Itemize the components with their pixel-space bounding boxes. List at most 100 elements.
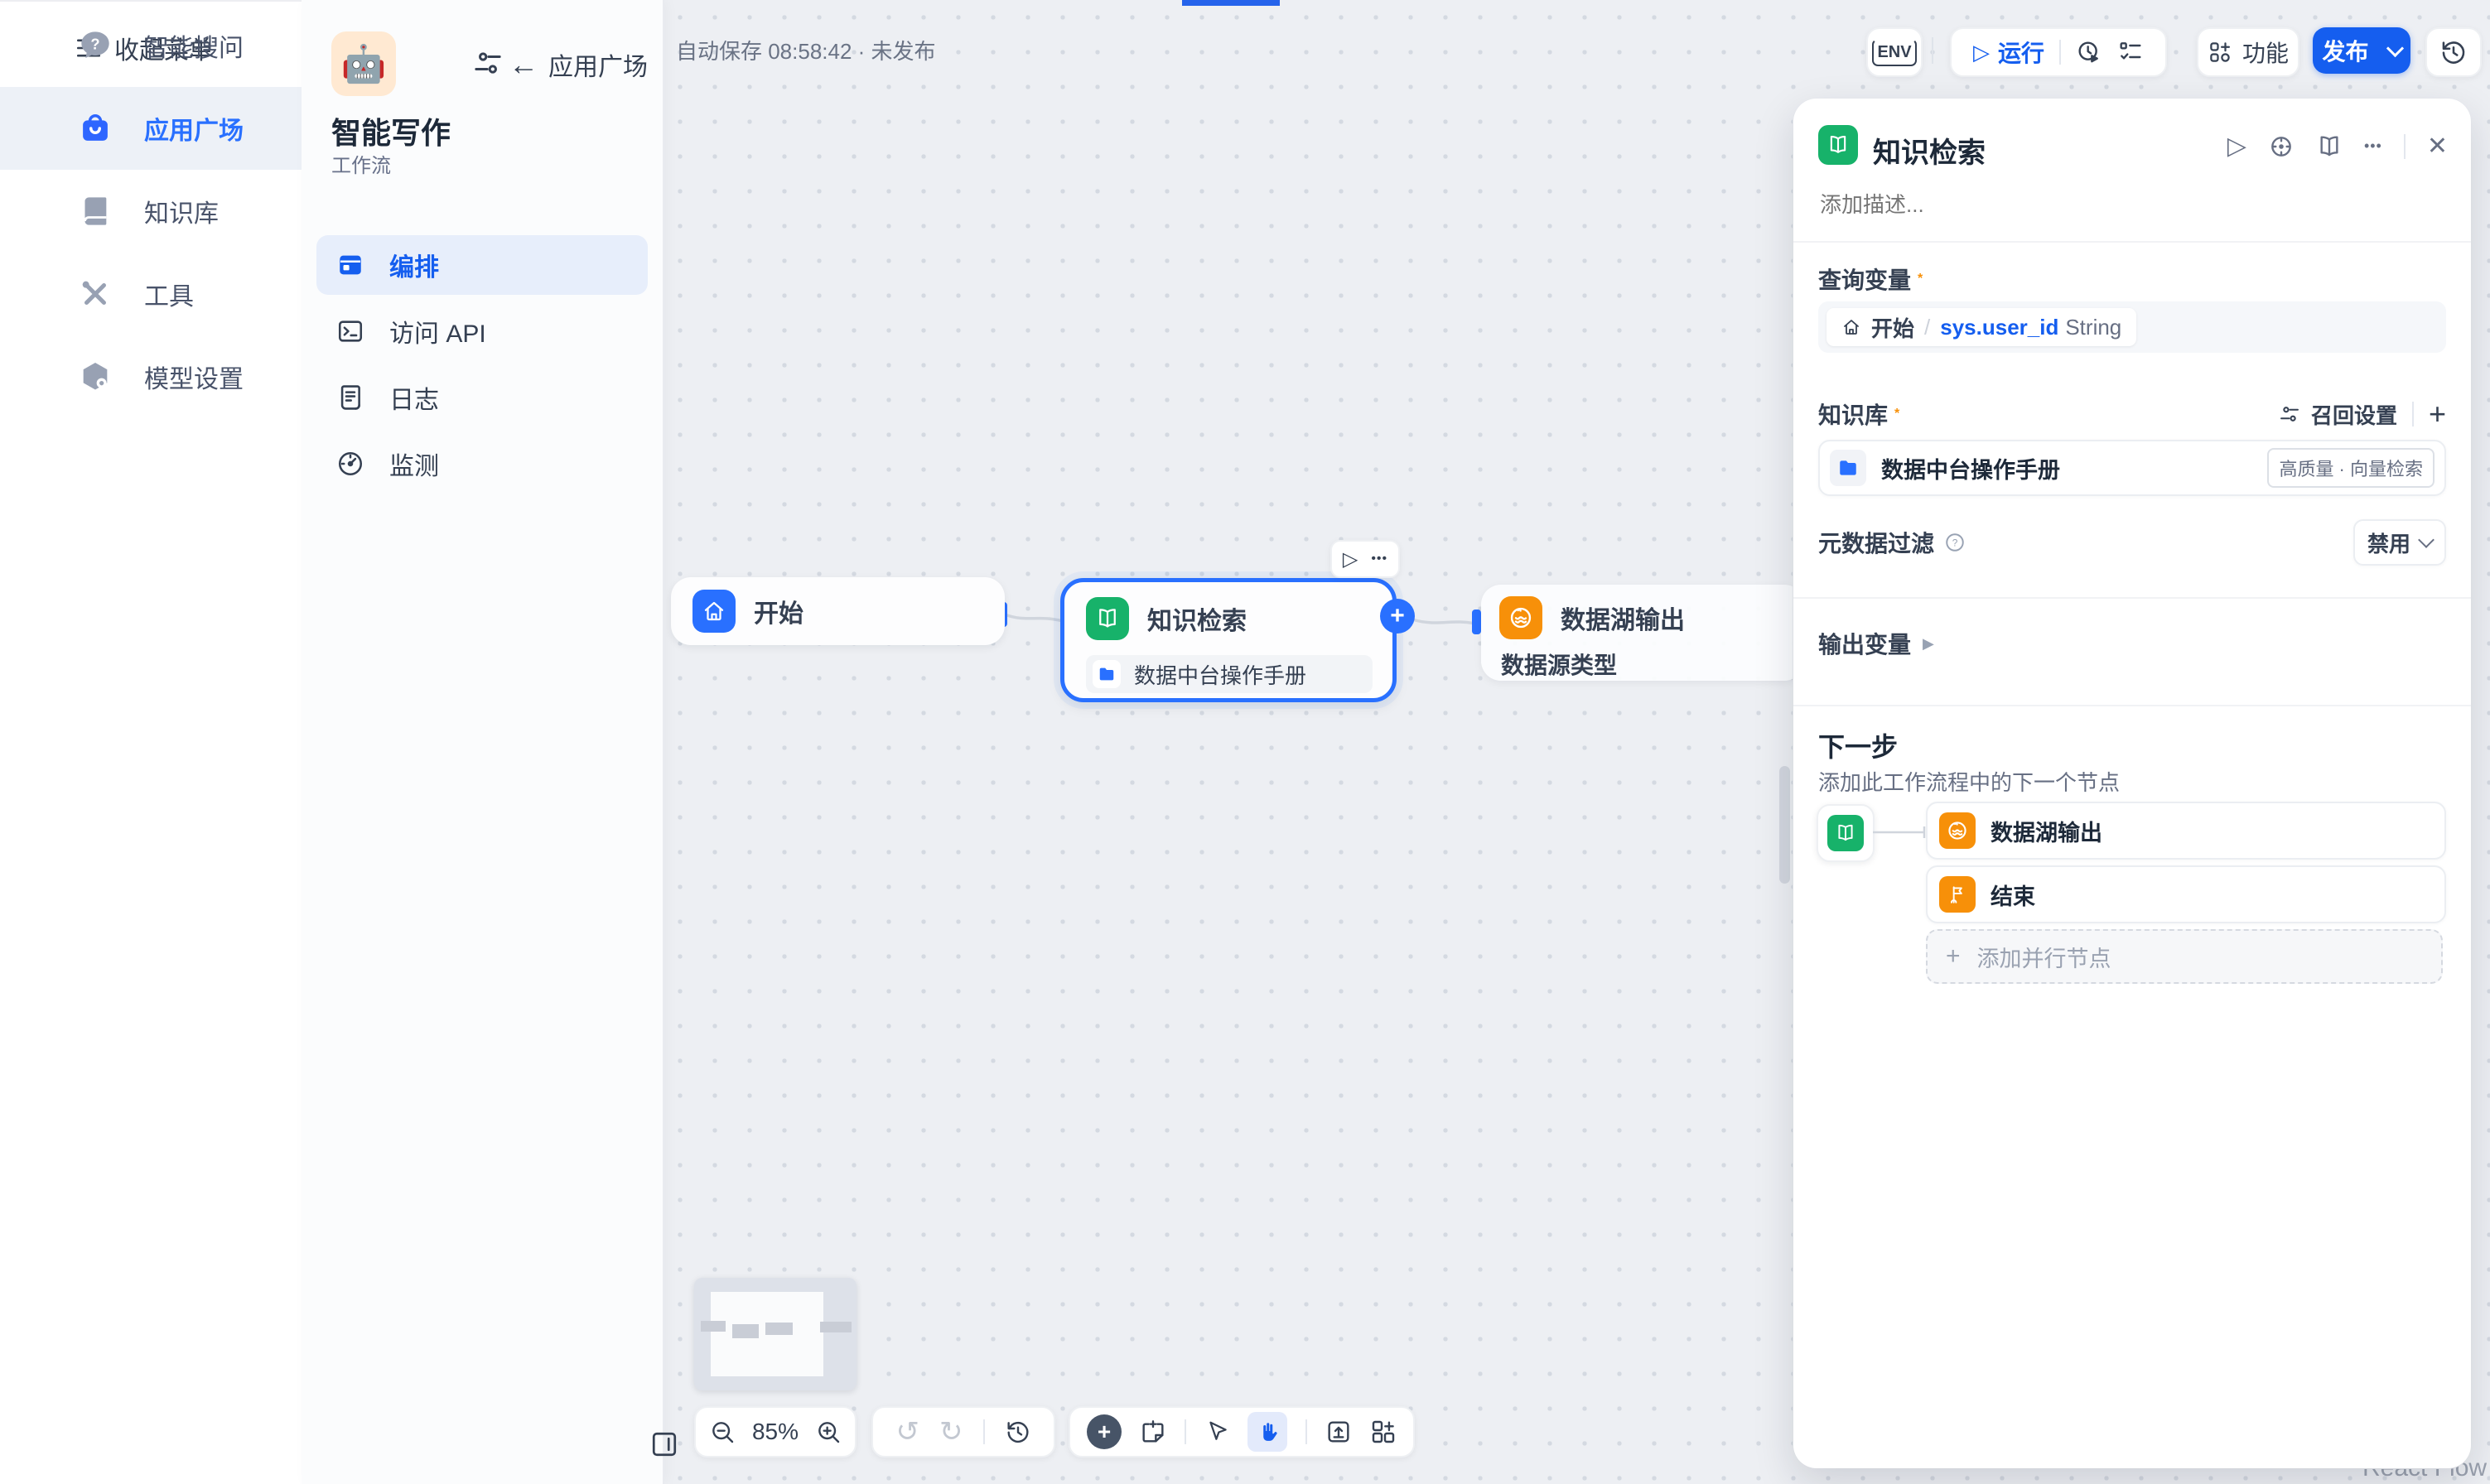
svg-text:?: ? <box>90 36 99 53</box>
zoom-out-icon[interactable] <box>709 1419 736 1445</box>
add-parallel-label: 添加并行节点 <box>1977 941 2111 973</box>
book-icon <box>1086 597 1129 640</box>
back-to-plaza-button[interactable]: ← 应用广场 <box>509 46 648 83</box>
current-node-thumb <box>1817 804 1875 862</box>
node-lake-subtitle: 数据源类型 <box>1501 648 1617 681</box>
menu-item-monitoring[interactable]: 监测 <box>316 434 648 494</box>
kb-label: 知识库 <box>1818 398 1888 431</box>
organize-nodes-icon[interactable] <box>1370 1419 1397 1445</box>
folder-icon <box>1093 660 1121 688</box>
node-start-title: 开始 <box>754 593 803 629</box>
inspector-title[interactable]: 知识检索 <box>1873 130 1986 171</box>
add-next-node-port[interactable]: + <box>1380 599 1415 634</box>
canvas-tools-toolbar: + <box>1069 1406 1415 1458</box>
sidebar-item-knowledge[interactable]: 知识库 <box>0 170 302 253</box>
next-node-data-lake[interactable]: 数据湖输出 <box>1926 802 2446 860</box>
sidebar-item-label: 应用广场 <box>144 110 244 147</box>
collapse-arrow-icon: ▶ <box>1923 635 1934 653</box>
query-variable-field[interactable]: 开始 / sys.user_id String <box>1818 301 2446 353</box>
chip-type: String <box>2065 315 2121 340</box>
redo-icon[interactable]: ↻ <box>939 1415 963 1448</box>
chevron-down-icon <box>2386 39 2403 56</box>
menu-item-orchestrate[interactable]: 编排 <box>316 235 648 295</box>
kb-item[interactable]: 数据中台操作手册 高质量 · 向量检索 <box>1818 440 2446 496</box>
run-node-icon[interactable]: ▷ <box>2227 132 2246 161</box>
features-button[interactable]: 功能 <box>2197 27 2299 77</box>
collapse-panel-icon[interactable] <box>649 1429 679 1459</box>
change-history-icon[interactable] <box>1005 1419 1031 1445</box>
add-kb-icon[interactable]: + <box>2429 397 2446 431</box>
run-history-icon[interactable] <box>2076 39 2102 65</box>
next-step-subtitle: 添加此工作流程中的下一个节点 <box>1818 766 2120 797</box>
run-label: 运行 <box>1998 36 2044 69</box>
add-note-icon[interactable] <box>1140 1419 1166 1445</box>
menu-item-api[interactable]: 访问 API <box>316 301 648 361</box>
add-parallel-node-button[interactable]: + 添加并行节点 <box>1926 929 2443 984</box>
divider <box>983 1419 985 1444</box>
next-node-end[interactable]: 结束 <box>1926 865 2446 923</box>
zoom-level[interactable]: 85% <box>752 1419 799 1445</box>
node-more-icon[interactable]: ••• <box>1371 552 1387 566</box>
node-lake-title: 数据湖输出 <box>1561 600 1685 636</box>
orchestrate-icon <box>335 249 366 281</box>
variable-chip[interactable]: 开始 / sys.user_id String <box>1826 308 2136 346</box>
menu-item-label: 访问 API <box>389 313 486 349</box>
undo-icon[interactable]: ↺ <box>896 1415 920 1448</box>
book-icon <box>76 192 114 230</box>
run-button[interactable]: ▷ 运行 <box>1973 36 2044 69</box>
next-step-connector <box>1873 824 1931 841</box>
app-settings-icon[interactable] <box>471 46 504 80</box>
docs-icon[interactable] <box>2316 133 2343 160</box>
metadata-filter-select[interactable]: 禁用 <box>2353 519 2446 566</box>
divider <box>2412 402 2414 426</box>
node-start[interactable]: 开始 <box>671 577 1005 645</box>
menu-item-logs[interactable]: 日志 <box>316 368 648 427</box>
more-icon[interactable]: ••• <box>2364 137 2382 155</box>
publish-button[interactable]: 发布 <box>2313 27 2410 74</box>
node-retrieval-dataset-chip[interactable]: 数据中台操作手册 <box>1086 655 1373 693</box>
metadata-filter-label: 元数据过滤 <box>1818 526 1934 559</box>
sidebar-item-label: 知识库 <box>144 193 219 229</box>
env-button[interactable]: ENV <box>1866 27 1923 77</box>
model-settings-icon <box>76 358 114 396</box>
close-panel-icon[interactable]: ✕ <box>2427 132 2448 161</box>
node-run-icon[interactable]: ▷ <box>1343 547 1358 571</box>
target-icon[interactable] <box>2268 133 2295 160</box>
zoom-in-icon[interactable] <box>815 1419 842 1445</box>
sidebar-item-model-settings[interactable]: 模型设置 <box>0 335 302 418</box>
node-data-lake[interactable]: 数据湖输出 数据源类型 <box>1481 585 1804 681</box>
canvas-scrollbar[interactable] <box>1779 766 1790 884</box>
help-icon[interactable]: ? <box>1944 532 1966 553</box>
svg-text:?: ? <box>1952 537 1958 548</box>
hand-mode-icon[interactable] <box>1247 1412 1287 1452</box>
sidebar-item-smart-ask[interactable]: ? 智能搜问 <box>0 4 302 87</box>
checklist-icon[interactable] <box>2117 39 2144 65</box>
chip-node-label: 开始 <box>1871 312 1914 343</box>
add-node-button[interactable]: + <box>1087 1414 1122 1449</box>
zoom-toolbar: 85% <box>694 1406 857 1458</box>
top-progress-bar <box>1182 0 1280 6</box>
node-inspector-panel: 知识检索 ▷ ••• ✕ 查询变量 * 开始 / sys.user_id <box>1793 99 2471 1468</box>
version-history-button[interactable] <box>2425 27 2482 77</box>
divider <box>2404 134 2406 159</box>
import-dsl-icon[interactable] <box>1325 1419 1352 1445</box>
minimap-node <box>820 1322 852 1332</box>
required-asterisk: * <box>1894 407 1899 422</box>
sidebar-item-app-plaza[interactable]: 应用广场 <box>0 87 302 170</box>
next-step-title: 下一步 <box>1818 726 1898 764</box>
plus-icon: + <box>1098 1419 1111 1445</box>
recall-settings-button[interactable]: 召回设置 <box>2278 399 2397 430</box>
pointer-mode-icon[interactable] <box>1204 1419 1229 1444</box>
retrieval-node-icon <box>1818 125 1858 165</box>
tools-icon <box>76 275 114 313</box>
node-knowledge-retrieval[interactable]: 知识检索 数据中台操作手册 <box>1060 578 1397 702</box>
log-icon <box>335 382 366 413</box>
description-input[interactable] <box>1818 191 2401 219</box>
output-variables-toggle[interactable]: 输出变量 ▶ <box>1818 627 1934 660</box>
sidebar-item-tools[interactable]: 工具 <box>0 253 302 335</box>
flag-icon <box>1939 876 1976 913</box>
menu-item-label: 监测 <box>389 446 439 482</box>
minimap[interactable] <box>694 1278 857 1390</box>
publish-label: 发布 <box>2322 34 2368 67</box>
terminal-icon <box>335 316 366 347</box>
